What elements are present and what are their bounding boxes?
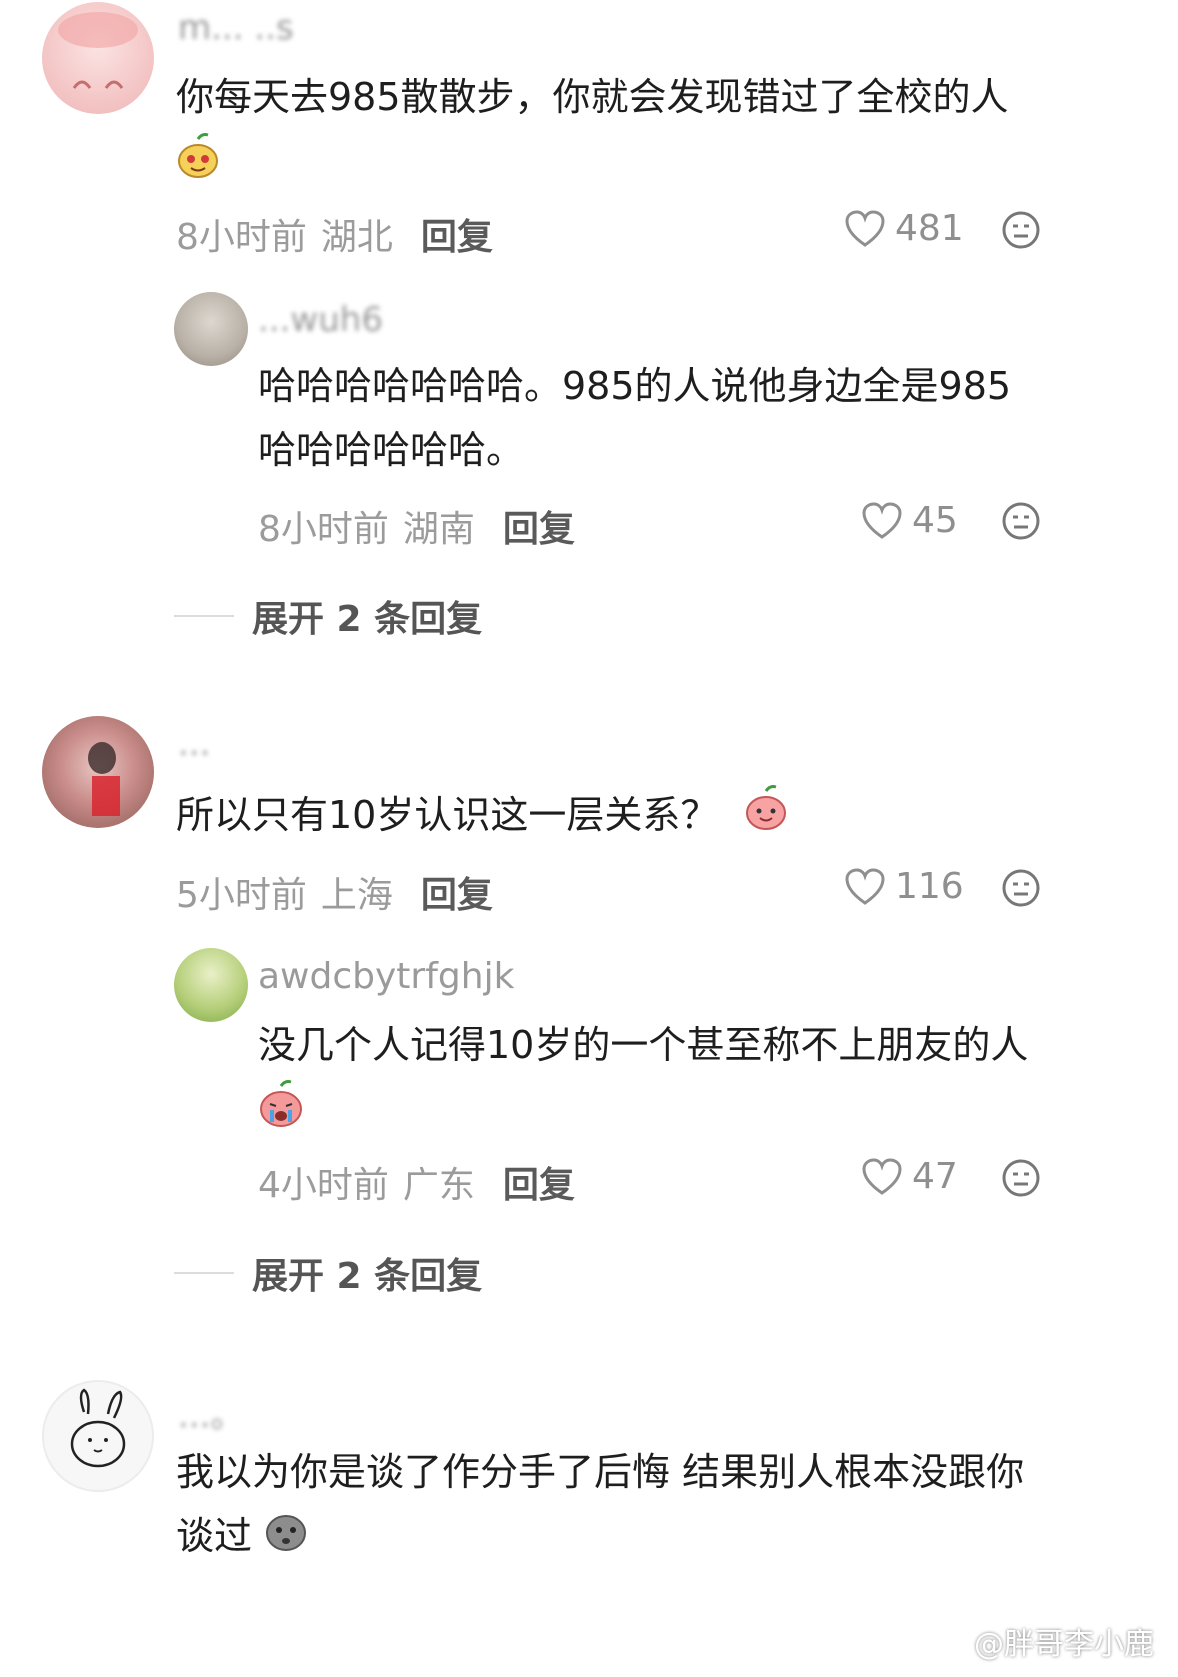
reply-meta: 8小时前 湖南 回复 [258, 500, 575, 552]
like-count: 47 [912, 1156, 958, 1197]
username[interactable]: m... ..s [178, 8, 294, 48]
comment-text: 所以只有10岁认识这一层关系？ [176, 782, 1076, 851]
reply-button[interactable]: 回复 [421, 208, 493, 260]
location: 广东 [402, 1165, 475, 1206]
comment-text: 你每天去985散散步，你就会发现错过了全校的人 [176, 64, 1076, 199]
pear-smile-emoji [176, 132, 220, 199]
like-count: 116 [895, 866, 964, 907]
location: 上海 [320, 875, 393, 916]
like-button[interactable]: 47 [862, 1156, 958, 1197]
heart-icon [845, 867, 885, 905]
avatar[interactable] [42, 1380, 154, 1492]
gray-speechless-emoji [264, 1506, 308, 1571]
like-count: 481 [895, 208, 964, 249]
reply-username[interactable]: awdcbytrfghjk [258, 956, 514, 997]
emoji-reaction-button[interactable] [1001, 868, 1041, 912]
peach-crying-emoji [258, 1079, 304, 1148]
comment-text-line-2: 谈过 [176, 1514, 253, 1558]
reply-text-content: 没几个人记得10岁的一个甚至称不上朋友的人 [258, 1023, 1029, 1067]
neutral-face-icon [1002, 502, 1040, 540]
comment-text-content: 你每天去985散散步，你就会发现错过了全校的人 [176, 75, 1009, 119]
divider-line [174, 1272, 234, 1274]
reply-avatar[interactable] [174, 948, 248, 1022]
divider-line [174, 615, 234, 617]
expand-replies-button[interactable]: 展开 2 条回复 [174, 1247, 482, 1299]
weibo-logo-icon [929, 1626, 966, 1657]
reply-text-line-2: 哈哈哈哈哈哈。 [258, 428, 525, 472]
comment-text-content: 所以只有10岁认识这一层关系？ [176, 793, 719, 837]
neutral-face-icon [1002, 1159, 1040, 1197]
emoji-reaction-button[interactable] [1001, 501, 1041, 545]
peach-smile-emoji [744, 784, 788, 851]
neutral-face-icon [1002, 211, 1040, 249]
username[interactable]: ...。 [178, 1388, 244, 1437]
reply-button[interactable]: 回复 [503, 500, 575, 552]
comment-text: 我以为你是谈了作分手了后悔 结果别人根本没跟你 谈过 [176, 1440, 1136, 1571]
reply-text: 哈哈哈哈哈哈哈。985的人说他身边全是985 哈哈哈哈哈哈。 [258, 354, 1098, 482]
heart-icon [862, 501, 902, 539]
like-button[interactable]: 481 [845, 208, 964, 249]
watermark-text: @胖哥李小鹿 [974, 1627, 1154, 1662]
timestamp: 4小时前 [258, 1165, 389, 1206]
expand-replies-button[interactable]: 展开 2 条回复 [174, 590, 482, 642]
emoji-reaction-button[interactable] [1001, 1158, 1041, 1202]
avatar[interactable] [42, 716, 154, 828]
heart-icon [845, 209, 885, 247]
reply-meta: 4小时前 广东 回复 [258, 1156, 575, 1208]
avatar[interactable] [42, 2, 154, 114]
location: 湖北 [320, 217, 393, 258]
watermark: @胖哥李小鹿 [928, 1619, 1154, 1663]
reply-avatar[interactable] [174, 292, 248, 366]
heart-icon [862, 1157, 902, 1195]
like-count: 45 [912, 500, 958, 541]
timestamp: 8小时前 [258, 509, 389, 550]
timestamp: 5小时前 [176, 875, 307, 916]
comment-meta: 8小时前 湖北 回复 [176, 208, 493, 260]
reply-text-line-1: 哈哈哈哈哈哈哈。985的人说他身边全是985 [258, 364, 1012, 408]
comment-meta: 5小时前 上海 回复 [176, 866, 493, 918]
avatar-rabbit-drawing [70, 1388, 126, 1468]
reply-username[interactable]: ...wuh6 [258, 300, 383, 340]
avatar-cat-image [58, 12, 138, 89]
like-button[interactable]: 45 [862, 500, 958, 541]
location: 湖南 [402, 509, 475, 550]
reply-text: 没几个人记得10岁的一个甚至称不上朋友的人 [258, 1012, 1118, 1148]
avatar-photo-image [88, 742, 120, 816]
username[interactable]: ... [178, 724, 210, 764]
expand-replies-label: 展开 2 条回复 [252, 1256, 483, 1297]
comment-text-line-1: 我以为你是谈了作分手了后悔 结果别人根本没跟你 [176, 1450, 1025, 1494]
reply-button[interactable]: 回复 [503, 1156, 575, 1208]
neutral-face-icon [1002, 869, 1040, 907]
reply-button[interactable]: 回复 [421, 866, 493, 918]
expand-replies-label: 展开 2 条回复 [252, 599, 483, 640]
emoji-reaction-button[interactable] [1001, 210, 1041, 254]
like-button[interactable]: 116 [845, 866, 964, 907]
timestamp: 8小时前 [176, 217, 307, 258]
